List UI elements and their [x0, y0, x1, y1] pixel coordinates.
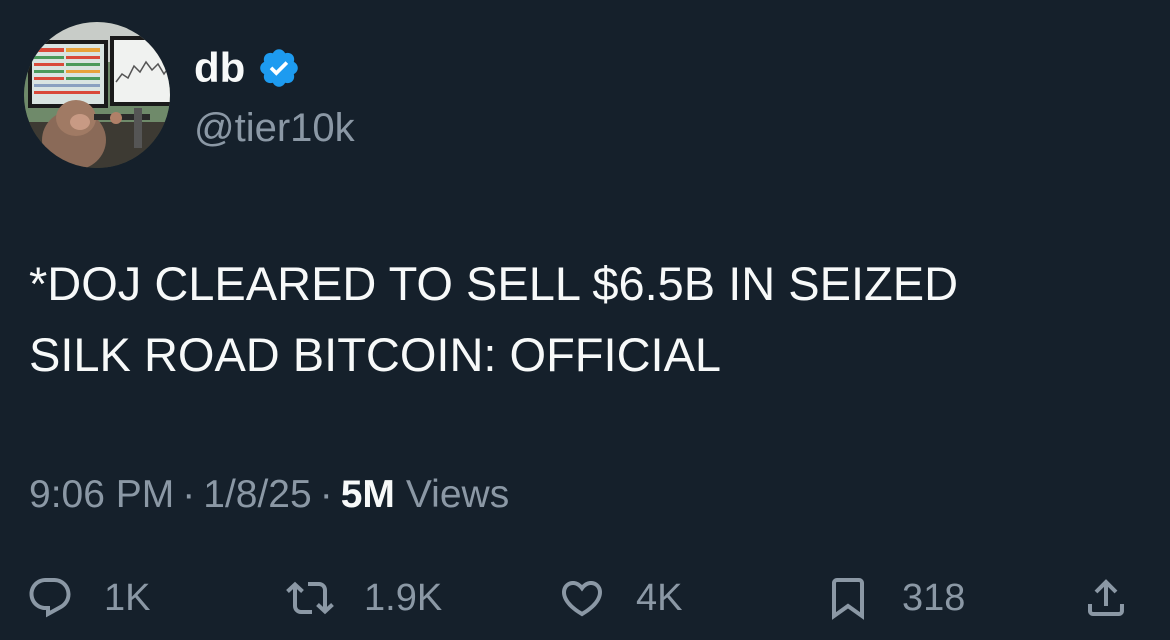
like-button[interactable]: 4K	[558, 565, 682, 631]
tweet-header: db @tier10k	[24, 22, 355, 168]
views-count[interactable]: 5M	[341, 470, 395, 520]
tweet-text: *DOJ CLEARED TO SELL $6.5B IN SEIZED SIL…	[29, 257, 959, 381]
retweet-button[interactable]: 1.9K	[286, 565, 442, 631]
retweet-icon	[286, 574, 334, 622]
reply-button[interactable]: 1K	[26, 565, 150, 631]
author-handle[interactable]: @tier10k	[194, 102, 594, 154]
avatar[interactable]	[24, 22, 170, 168]
bookmark-button[interactable]: 318	[824, 565, 965, 631]
heart-icon	[558, 574, 606, 622]
verified-badge-icon	[257, 46, 301, 90]
meta-separator: ·	[319, 473, 333, 516]
author-names: db @tier10k	[194, 42, 594, 154]
avatar-image	[24, 22, 170, 168]
reply-icon	[26, 574, 74, 622]
views-label: Views	[405, 473, 510, 516]
reply-count: 1K	[104, 577, 151, 619]
like-count: 4K	[636, 577, 683, 619]
retweet-count: 1.9K	[364, 577, 443, 619]
share-icon	[1082, 574, 1130, 622]
tweet-meta: 9:06 PM · 1/8/25 · 5M Views	[29, 470, 509, 520]
tweet-time[interactable]: 9:06 PM	[29, 470, 174, 520]
action-bar: 1K 1.9K 4K 318	[0, 565, 1170, 631]
meta-separator: ·	[182, 473, 196, 516]
tweet-date[interactable]: 1/8/25	[203, 470, 311, 520]
display-name[interactable]: db	[194, 42, 245, 94]
bookmark-count: 318	[902, 577, 966, 619]
display-name-row: db	[194, 42, 594, 94]
share-button[interactable]	[1082, 565, 1130, 631]
bookmark-icon	[824, 574, 872, 622]
